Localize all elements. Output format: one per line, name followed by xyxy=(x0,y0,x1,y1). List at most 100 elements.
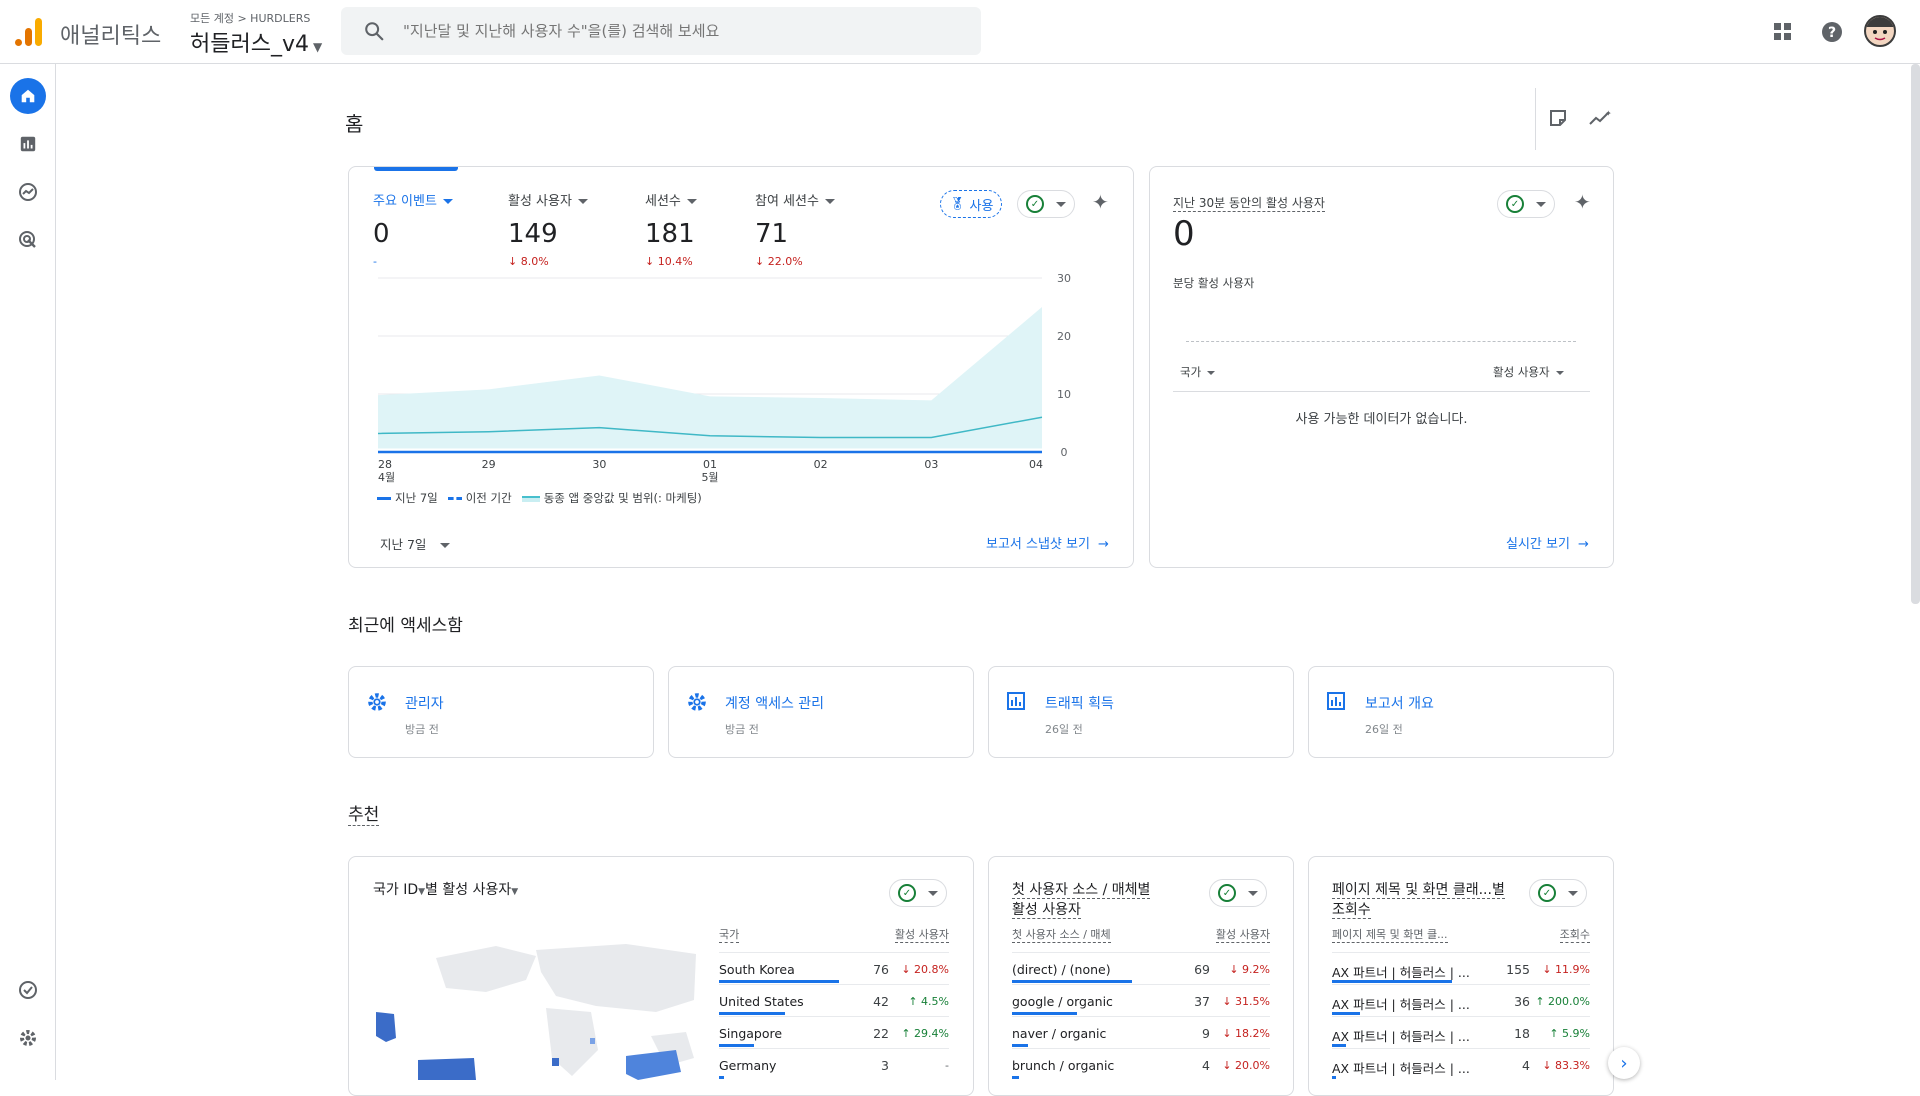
arrow-right-icon: → xyxy=(1577,537,1589,552)
metric-change: ↓ 10.4% xyxy=(645,255,693,268)
usage-badge[interactable]: 🏅︎ 사용 xyxy=(940,190,1003,218)
x-tick-label: 04 xyxy=(1029,458,1043,471)
page-card-customize-menu[interactable]: ✓ xyxy=(1529,879,1587,907)
view-report-snapshot-link[interactable]: 보고서 스냅샷 보기 → xyxy=(986,533,1109,552)
metric-label: 주요 이벤트 xyxy=(373,194,437,209)
header-divider xyxy=(1535,88,1536,150)
table-row[interactable]: naver / organic 9 ↓ 18.2% xyxy=(1012,1016,1270,1048)
table-row[interactable]: google / organic 37 ↓ 31.5% xyxy=(1012,984,1270,1016)
row-share-bar xyxy=(1332,1012,1360,1015)
table-row[interactable]: brunch / organic 4 ↓ 20.0% xyxy=(1012,1048,1270,1080)
insights-icon[interactable]: ✦ xyxy=(1588,108,1612,128)
x-tick-label: 29 xyxy=(482,458,496,471)
avatar[interactable] xyxy=(1864,15,1896,47)
account-breadcrumb[interactable]: 모든 계정 > HURDLERS xyxy=(190,10,310,26)
table-row[interactable]: AX 파트너 | 허들러스 | ... 4 ↓ 83.3% xyxy=(1332,1048,1590,1080)
metric-engaged-sessions[interactable]: 참여 세션수 71 ↓ 22.0% xyxy=(755,190,835,268)
page-title: 홈 xyxy=(345,112,364,136)
nav-admin[interactable] xyxy=(10,1020,46,1056)
view-realtime-link[interactable]: 실시간 보기 → xyxy=(1506,533,1589,552)
table-row[interactable]: AX 파트너 | 허들러스 | ... 36 ↑ 200.0% xyxy=(1332,984,1590,1016)
col-header-source[interactable]: 첫 사용자 소스 / 매체 xyxy=(1012,926,1111,943)
nav-home[interactable] xyxy=(10,78,46,114)
row-change: ↓ 9.2% xyxy=(1229,963,1270,976)
source-card-title[interactable]: 첫 사용자 소스 / 매체별 활성 사용자 xyxy=(1012,880,1151,920)
table-row[interactable]: Germany 3 - xyxy=(719,1048,949,1080)
recent-card-time: 방금 전 xyxy=(725,723,759,736)
page-card-title[interactable]: 페이지 제목 및 화면 클래...별 조회수 xyxy=(1332,880,1505,920)
row-share-bar xyxy=(1332,1076,1336,1079)
svg-text:?: ? xyxy=(1828,25,1836,41)
nav-explore[interactable] xyxy=(10,174,46,210)
gear-icon xyxy=(368,693,386,711)
search-bar[interactable] xyxy=(341,7,981,55)
y-tick-label: 0 xyxy=(1061,446,1068,459)
y-tick-label: 30 xyxy=(1057,272,1071,285)
check-circle-icon xyxy=(19,981,37,999)
search-input[interactable] xyxy=(403,7,963,55)
row-share-bar xyxy=(1332,1044,1347,1047)
recent-card-admin[interactable]: 관리자 방금 전 xyxy=(348,666,654,758)
next-arrow-button[interactable]: › xyxy=(1608,1047,1640,1079)
metric-selector[interactable]: 별 활성 사용자 xyxy=(425,882,511,898)
country-column-header[interactable]: 국가 xyxy=(1180,364,1216,380)
svg-text:✦: ✦ xyxy=(1605,109,1612,118)
nav-configure[interactable] xyxy=(10,972,46,1008)
metric-active-users[interactable]: 활성 사용자 149 ↓ 8.0% xyxy=(508,190,588,268)
analytics-logo[interactable] xyxy=(14,16,44,48)
col-header-active-users[interactable]: 활성 사용자 xyxy=(1215,926,1270,943)
col-header-page-title[interactable]: 페이지 제목 및 화면 클... xyxy=(1332,926,1448,943)
table-row[interactable]: Singapore 22 ↑ 29.4% xyxy=(719,1016,949,1048)
row-share-bar xyxy=(1012,1012,1077,1015)
recent-card-title: 보고서 개요 xyxy=(1365,696,1434,712)
date-range-label: 지난 7일 xyxy=(380,537,427,552)
row-change: - xyxy=(945,1059,949,1072)
help-icon[interactable]: ? xyxy=(1820,20,1844,44)
row-change: ↓ 31.5% xyxy=(1222,995,1270,1008)
side-nav xyxy=(0,64,56,1080)
realtime-value: 0 xyxy=(1173,214,1195,254)
source-card-customize-menu[interactable]: ✓ xyxy=(1209,879,1267,907)
col-header-active-users[interactable]: 활성 사용자 xyxy=(894,926,949,943)
source-table: 첫 사용자 소스 / 매체 활성 사용자 (direct) / (none) 69… xyxy=(1012,922,1270,1082)
row-value: 155 xyxy=(1506,962,1530,977)
sparkle-icon[interactable]: ✦ xyxy=(1092,190,1109,214)
active-users-column-header[interactable]: 활성 사용자 xyxy=(1493,364,1564,380)
realtime-title: 지난 30분 동안의 활성 사용자 xyxy=(1173,196,1325,212)
col-header-country[interactable]: 국가 xyxy=(719,926,740,943)
page-table: 페이지 제목 및 화면 클... 조회수 AX 파트너 | 허들러스 | ...… xyxy=(1332,922,1590,1082)
table-row[interactable]: AX 파트너 | 허들러스 | ... 155 ↓ 11.9% xyxy=(1332,952,1590,984)
realtime-customize-menu[interactable]: ✓ xyxy=(1497,190,1555,218)
country-card-customize-menu[interactable]: ✓ xyxy=(889,879,947,907)
col-header-views[interactable]: 조회수 xyxy=(1559,926,1590,943)
metric-sessions[interactable]: 세션수 181 ↓ 10.4% xyxy=(645,190,697,268)
recent-card-account-access[interactable]: 계정 액세스 관리 방금 전 xyxy=(668,666,974,758)
metric-key-events[interactable]: 주요 이벤트 0 - xyxy=(373,190,453,268)
recent-card-reports-overview[interactable]: 보고서 개요 26일 전 xyxy=(1308,666,1614,758)
recent-card-traffic-acquisition[interactable]: 트래픽 획득 26일 전 xyxy=(988,666,1294,758)
table-row[interactable]: United States 42 ↑ 4.5% xyxy=(719,984,949,1016)
row-share-bar xyxy=(719,1044,754,1047)
table-row[interactable]: South Korea 76 ↓ 20.8% xyxy=(719,952,949,984)
chevron-down-icon xyxy=(1555,370,1564,375)
nav-reports[interactable] xyxy=(10,126,46,162)
table-row[interactable]: (direct) / (none) 69 ↓ 9.2% xyxy=(1012,952,1270,984)
dimension-selector[interactable]: 국가 ID▼ xyxy=(373,882,425,898)
chevron-down-icon xyxy=(928,890,938,896)
nav-advertising[interactable] xyxy=(10,222,46,258)
link-label: 실시간 보기 xyxy=(1506,537,1570,552)
property-selector[interactable]: 허들러스_v4 ▼ xyxy=(190,26,322,58)
row-change: ↓ 18.2% xyxy=(1222,1027,1270,1040)
legend-benchmark: 동종 앱 중앙값 및 범위(: 마케팅) xyxy=(521,490,702,506)
x-tick-label: 03 xyxy=(924,458,938,471)
customize-menu[interactable]: ✓ xyxy=(1017,190,1075,218)
sparkle-icon[interactable]: ✦ xyxy=(1574,190,1591,214)
apps-grid-icon[interactable] xyxy=(1773,22,1793,42)
date-range-selector[interactable]: 지난 7일 xyxy=(380,534,451,553)
row-change: ↑ 5.9% xyxy=(1549,1027,1590,1040)
notes-icon[interactable] xyxy=(1548,108,1568,128)
table-row[interactable]: AX 파트너 | 허들러스 | ... 18 ↑ 5.9% xyxy=(1332,1016,1590,1048)
row-value: 3 xyxy=(881,1058,889,1073)
page-scrollbar[interactable] xyxy=(1911,64,1920,604)
chevron-right-icon: › xyxy=(1620,1052,1628,1074)
